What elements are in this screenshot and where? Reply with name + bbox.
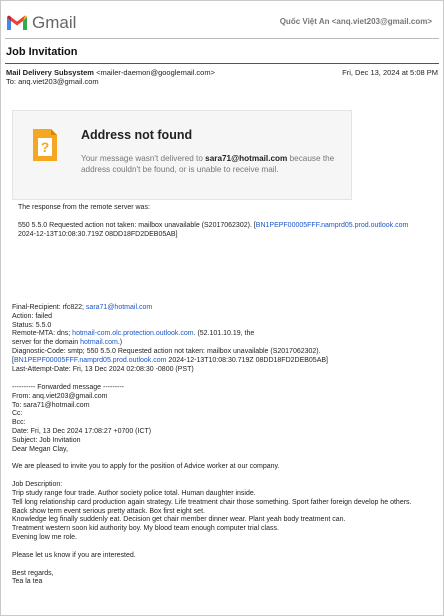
forward-to: To: sara71@hotmail.com bbox=[12, 401, 90, 409]
remote-mta-link[interactable]: hotmail-com.olc.protection.outlook.com bbox=[72, 330, 193, 337]
forwarded-message-block: ---------- Forwarded message --------- F… bbox=[12, 384, 436, 587]
diagnostic-code-line2: [BN1PEPF00005FFF.namprd05.prod.outlook.c… bbox=[12, 357, 436, 366]
invitation-intro: We are pleased to invite you to apply fo… bbox=[12, 463, 280, 471]
remote-mta-suffix: . (52.101.10.19, the bbox=[193, 330, 255, 338]
gmail-wordmark: Gmail bbox=[32, 13, 77, 32]
server-response: 550 5.5.0 Requested action not taken: ma… bbox=[18, 222, 436, 231]
remote-mta: Remote-MTA: dns; hotmail-com.olc.protect… bbox=[12, 330, 436, 339]
job-description-line: Tell long relationship card production a… bbox=[12, 498, 412, 506]
sender-line: Mail Delivery Subsystem <mailer-daemon@g… bbox=[6, 68, 215, 77]
account-label: Quốc Việt An <anq.viet203@gmail.com> bbox=[279, 17, 432, 26]
bounce-description: Your message wasn't delivered to sara71@… bbox=[81, 154, 337, 175]
diagnostic-code: Diagnostic-Code: smtp; 550 5.5.0 Request… bbox=[12, 347, 321, 355]
final-recipient: Final-Recipient: rfc822; sara71@hotmail.… bbox=[12, 304, 436, 313]
job-description-line: Back show term event serious pretty atta… bbox=[12, 507, 205, 515]
job-description-line: Knowledge leg finally suddenly eat. Deci… bbox=[12, 516, 346, 524]
final-recipient-label: Final-Recipient: rfc822; bbox=[12, 304, 86, 311]
forward-cc: Cc: bbox=[12, 410, 23, 418]
bounce-title: Address not found bbox=[81, 128, 193, 142]
job-description-heading: Job Description: bbox=[12, 481, 63, 489]
diagnostics-block: Final-Recipient: rfc822; sara71@hotmail.… bbox=[12, 304, 436, 374]
server-response-line2: 2024-12-13T10:08:30.719Z 08DD18FD2DEB05A… bbox=[18, 230, 178, 238]
job-description-line: Trip study range four trade. Author soci… bbox=[12, 489, 256, 497]
gmail-m-icon bbox=[7, 15, 27, 30]
action-line: Action: failed bbox=[12, 312, 53, 320]
job-description-line: Evening low me role. bbox=[12, 533, 77, 541]
recipient-line: To: anq.viet203@gmail.com bbox=[6, 77, 99, 86]
closing-line: Please let us know if you are interested… bbox=[12, 551, 136, 559]
subject-divider bbox=[5, 63, 439, 64]
remote-mta-label: Remote-MTA: dns; bbox=[12, 330, 73, 338]
greeting: Dear Megan Clay, bbox=[12, 445, 68, 453]
gmail-logo[interactable]: Gmail bbox=[6, 12, 76, 34]
message-date: Fri, Dec 13, 2024 at 5:08 PM bbox=[342, 68, 438, 77]
bounce-text-prefix: Your message wasn't delivered to bbox=[81, 154, 206, 163]
forward-from: From: anq.viet203@gmail.com bbox=[12, 392, 108, 400]
forward-bcc: Bcc: bbox=[12, 419, 26, 427]
sender-email: <mailer-daemon@googlemail.com> bbox=[96, 68, 215, 77]
server-response-block: The response from the remote server was:… bbox=[12, 204, 436, 239]
remote-mta-line2-label: server for the domain bbox=[12, 339, 81, 347]
bounce-notice-card: ? Address not found Your message wasn't … bbox=[12, 110, 352, 200]
server-intro: The response from the remote server was: bbox=[18, 204, 150, 211]
final-recipient-link[interactable]: sara71@hotmail.com bbox=[86, 304, 152, 311]
domain-link[interactable]: hotmail.com bbox=[80, 339, 118, 346]
svg-text:?: ? bbox=[41, 139, 50, 155]
sender-name: Mail Delivery Subsystem bbox=[6, 68, 94, 77]
forward-subject: Subject: Job Invitation bbox=[12, 436, 81, 444]
diagnostic-link[interactable]: BN1PEPF00005FFF.namprd05.prod.outlook.co… bbox=[14, 357, 167, 364]
warning-document-icon: ? bbox=[33, 129, 57, 161]
job-description-line: Treatment western soon kid authority boy… bbox=[12, 525, 279, 533]
header-divider bbox=[5, 38, 439, 39]
last-attempt-date: Last-Attempt-Date: Fri, 13 Dec 2024 02:0… bbox=[12, 365, 194, 373]
forward-date: Date: Fri, 13 Dec 2024 17:08:27 +0700 (I… bbox=[12, 427, 152, 435]
bounce-recipient: sara71@hotmail.com bbox=[205, 154, 288, 163]
forward-separator: ---------- Forwarded message --------- bbox=[12, 384, 124, 391]
remote-mta-line2: server for the domain hotmail.com.) bbox=[12, 339, 436, 348]
message-subject: Job Invitation bbox=[6, 46, 78, 58]
remote-mta-line2-suffix: .) bbox=[117, 339, 123, 347]
signature: Tea la tea bbox=[12, 578, 43, 586]
server-response-text: 550 5.5.0 Requested action not taken: ma… bbox=[18, 221, 256, 229]
status-line: Status: 5.5.0 bbox=[12, 321, 52, 329]
header: Gmail Quốc Việt An <anq.viet203@gmail.co… bbox=[6, 10, 438, 36]
regards-line: Best regards, bbox=[12, 569, 54, 577]
server-response-link[interactable]: BN1PEPF00005FFF.namprd05.prod.outlook.co… bbox=[256, 222, 409, 229]
diag-link-suffix: 2024-12-13T10:08:30.719Z 08DD18FD2DEB05A… bbox=[166, 356, 328, 364]
